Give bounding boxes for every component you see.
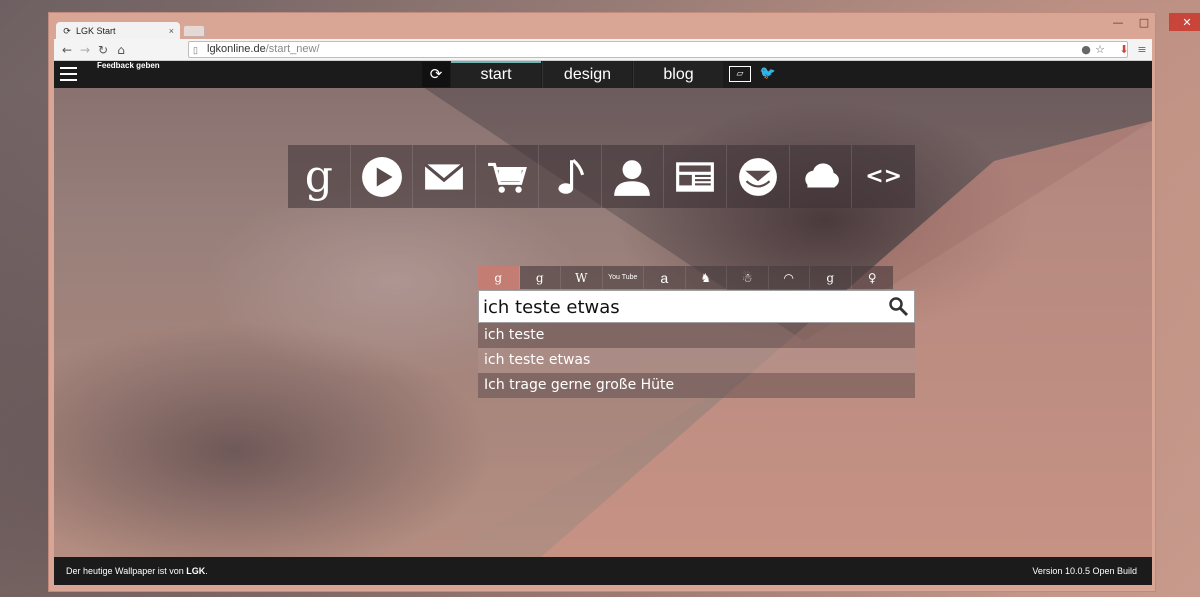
cloud-icon: [805, 162, 840, 187]
wallpaper-credit-text: Der heutige Wallpaper ist von: [66, 566, 187, 576]
version-label: Version 10.0.5 Open Build: [1032, 566, 1137, 576]
suggestion-item[interactable]: ich teste etwas: [478, 348, 915, 373]
engine-amazon-icon[interactable]: a: [644, 266, 686, 289]
wallpaper-author-link[interactable]: LGK: [186, 566, 205, 576]
search-icon[interactable]: [888, 296, 910, 318]
engine-ghost-icon[interactable]: ☃: [727, 266, 769, 289]
engine-wikipedia-icon[interactable]: W: [561, 266, 603, 289]
engine-youtube-icon[interactable]: You Tube: [603, 266, 644, 289]
search-engine-tabs: g g W You Tube a ♞ ☃ ◠ g ♀: [478, 266, 893, 289]
messenger-icon: [738, 157, 777, 196]
play-icon: [361, 156, 402, 197]
engine-google-translate-icon[interactable]: g: [810, 266, 852, 289]
search-input[interactable]: [483, 294, 883, 320]
twitter-icon[interactable]: 🐦: [757, 64, 779, 84]
code-icon: <>: [865, 164, 903, 189]
mail-app-button[interactable]: [413, 145, 477, 208]
news-app-button[interactable]: [664, 145, 727, 208]
messenger-app-button[interactable]: [727, 145, 790, 208]
logo-icon[interactable]: ⟳: [422, 62, 450, 87]
youtube-app-button[interactable]: [351, 145, 414, 208]
top-navigation: Feedback geben ⟳ start design blog ▱ 🐦: [54, 61, 1152, 88]
page-content: Feedback geben ⟳ start design blog ▱ 🐦 g: [54, 61, 1152, 585]
tab-title: LGK Start: [76, 25, 116, 36]
google-icon: g: [304, 150, 333, 202]
browser-tab[interactable]: ⟳ LGK Start ×: [56, 22, 180, 39]
engine-google-web-icon[interactable]: g: [478, 266, 520, 289]
contacts-app-button[interactable]: [602, 145, 665, 208]
reload-icon[interactable]: ↻: [94, 41, 112, 59]
menu-icon[interactable]: ≡: [1134, 41, 1150, 59]
browser-toolbar: ← → ↻ ⌂ ▯ lgkonline.de/start_new/ ● ☆ ⬇ …: [54, 39, 1152, 61]
search-box: [478, 290, 915, 323]
deviantart-icon[interactable]: ▱: [729, 66, 751, 82]
tab-start[interactable]: start: [451, 61, 541, 88]
home-icon[interactable]: ⌂: [112, 41, 130, 59]
minimize-icon[interactable]: —: [1105, 13, 1131, 31]
user-icon: [614, 159, 651, 196]
google-app-button[interactable]: g: [288, 145, 351, 208]
tab-close-icon[interactable]: ×: [169, 26, 174, 36]
new-tab-button[interactable]: [183, 25, 205, 37]
address-bar[interactable]: ▯ lgkonline.de/start_new/: [188, 41, 1128, 58]
wallpaper-credit-suffix: .: [205, 566, 208, 576]
engine-google-images-icon[interactable]: g: [520, 266, 561, 289]
suggestion-item[interactable]: Ich trage gerne große Hüte: [478, 373, 915, 398]
url-host: lgkonline.de: [207, 43, 266, 55]
engine-deviantart-icon[interactable]: ◠: [769, 266, 810, 289]
feedback-link[interactable]: Feedback geben: [97, 61, 160, 73]
bookmark-star-icon[interactable]: ☆: [1092, 41, 1108, 59]
shopping-app-button[interactable]: [476, 145, 539, 208]
tab-design[interactable]: design: [542, 61, 632, 88]
music-app-button[interactable]: [539, 145, 602, 208]
close-window-icon[interactable]: ✕: [1169, 13, 1200, 31]
cloud-app-button[interactable]: [790, 145, 853, 208]
newspaper-icon: [676, 161, 714, 192]
forward-icon[interactable]: →: [76, 41, 94, 59]
tab-blog[interactable]: blog: [633, 61, 723, 88]
download-icon[interactable]: ⬇: [1116, 41, 1132, 59]
suggestion-item[interactable]: ich teste: [478, 323, 915, 348]
engine-lucky-icon[interactable]: ♀: [852, 266, 894, 289]
url-path: /start_new/: [265, 43, 320, 55]
maximize-icon[interactable]: □: [1131, 13, 1157, 31]
page-icon: ▯: [193, 45, 198, 55]
app-launcher: g <>: [288, 145, 915, 208]
mail-icon: [424, 162, 465, 190]
cart-icon: [488, 162, 527, 193]
code-app-button[interactable]: <>: [852, 145, 915, 208]
engine-chess-icon[interactable]: ♞: [686, 266, 727, 289]
music-note-icon: [558, 158, 584, 194]
favicon-icon: ⟳: [63, 25, 71, 36]
back-icon[interactable]: ←: [58, 41, 76, 59]
hamburger-menu-icon[interactable]: [60, 67, 77, 81]
wallpaper-credit: Der heutige Wallpaper ist von LGK.: [66, 557, 208, 585]
footer-bar: Der heutige Wallpaper ist von LGK. Versi…: [54, 557, 1152, 585]
